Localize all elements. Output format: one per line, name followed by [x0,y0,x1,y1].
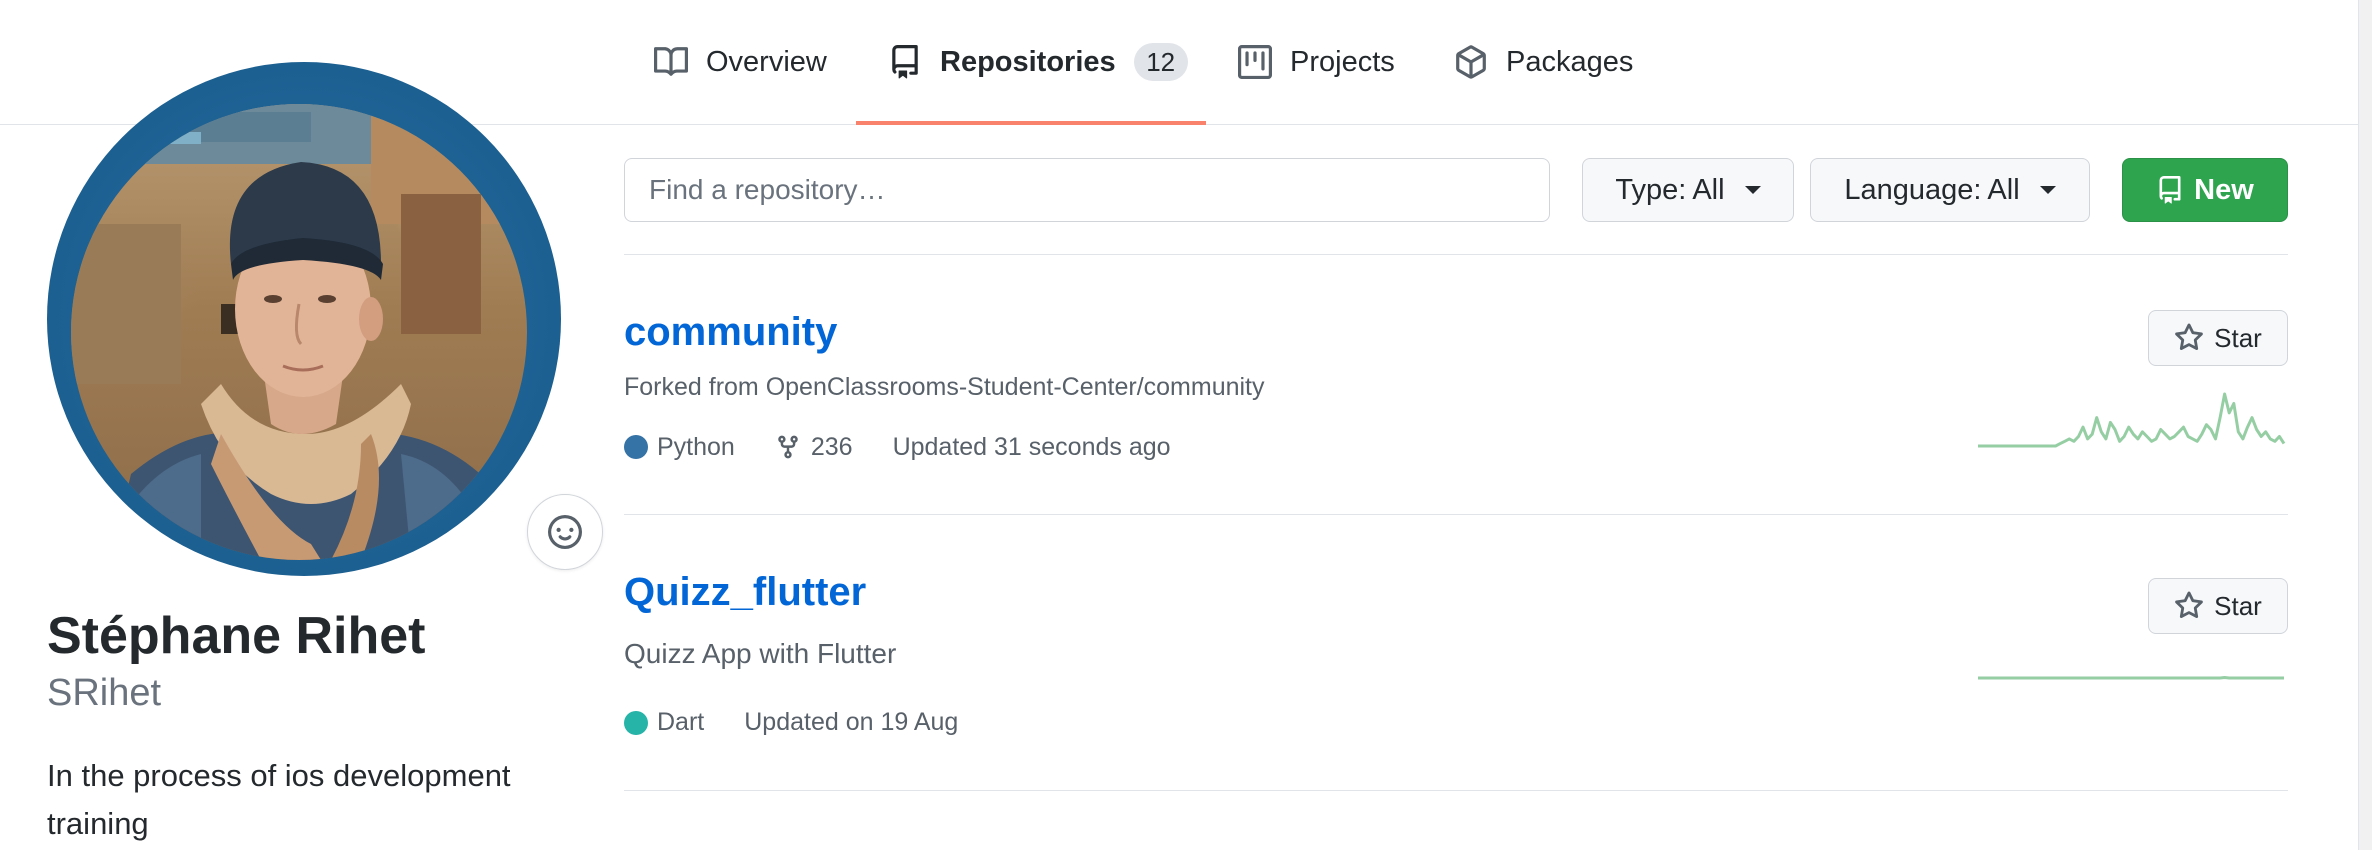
sparkline-path [1978,676,2284,680]
repo-meta: Python 236 Updated 31 seconds ago [624,432,1171,462]
profile-page: Overview Repositories 12 Projects Packag… [0,0,2372,850]
avatar-photo [71,104,527,560]
repo-icon [892,45,918,79]
type-filter-value: All [1692,173,1725,206]
activity-sparkline [1978,676,2284,680]
language-filter-label: Language: [1844,173,1982,206]
language-filter-dropdown[interactable]: Language: All [1810,158,2090,222]
star-icon [2175,591,2204,619]
new-repository-button[interactable]: New [2122,158,2288,222]
caret-down-icon [2039,186,2056,194]
caret-down-icon [1744,186,1761,194]
repo-updated: Updated 31 seconds ago [892,432,1171,461]
repo-icon [2159,176,2181,204]
divider [624,790,2288,791]
repo-description: Quizz App with Flutter [624,638,897,669]
profile-full-name: Stéphane Rihet [47,607,426,665]
new-button-label: New [2194,173,2254,206]
profile-username: SRihet [47,672,162,714]
tab-packages[interactable]: Packages [1454,0,1633,124]
language-color-dot [624,435,648,459]
tab-packages-label: Packages [1506,45,1634,78]
tab-overview[interactable]: Overview [654,0,827,124]
fork-icon [778,435,798,459]
repo-forks-link[interactable]: 236 [775,432,853,462]
divider [624,254,2288,255]
repo-language-label: Python [657,432,735,461]
tab-repositories[interactable]: Repositories 12 [856,0,1206,125]
repositories-count-badge: 12 [1133,43,1188,81]
avatar[interactable] [71,104,527,560]
type-filter-dropdown[interactable]: Type: All [1582,158,1794,222]
star-button-label: Star [2214,322,2262,353]
star-button[interactable]: Star [2148,310,2288,366]
avatar-ring [47,62,603,576]
repo-name-link[interactable]: community [624,310,837,355]
repo-forked-from[interactable]: Forked from OpenClassrooms-Student-Cente… [624,373,1265,402]
tab-repositories-label: Repositories [940,45,1116,78]
language-color-dot [624,710,648,735]
sparkline-path [1978,392,2286,448]
repo-forks-count: 236 [810,432,853,461]
tab-overview-label: Overview [706,45,827,78]
profile-bio: In the process of ios development traini… [47,758,511,841]
repo-meta: Dart Updated on 19 Aug [624,708,958,737]
tab-projects-label: Projects [1290,45,1395,78]
set-status-button[interactable] [527,494,603,570]
divider [624,514,2288,515]
project-icon [1238,45,1272,79]
repo-language: Dart [624,708,704,737]
smiley-icon [548,515,582,549]
tab-projects[interactable]: Projects [1238,0,1395,124]
repo-language-label: Dart [657,708,705,736]
scrollbar[interactable] [2358,0,2372,850]
language-filter-value: All [1987,173,2020,206]
repo-name-link[interactable]: Quizz_flutter [624,570,866,615]
star-button-label: Star [2214,590,2262,621]
repo-updated: Updated on 19 Aug [744,708,959,736]
type-filter-label: Type: [1615,173,1687,206]
activity-sparkline [1978,392,2286,448]
package-icon [1456,45,1486,79]
repo-search-input[interactable] [624,158,1550,222]
star-icon [2175,323,2204,351]
repo-language: Python [624,433,735,462]
book-icon [654,47,688,76]
